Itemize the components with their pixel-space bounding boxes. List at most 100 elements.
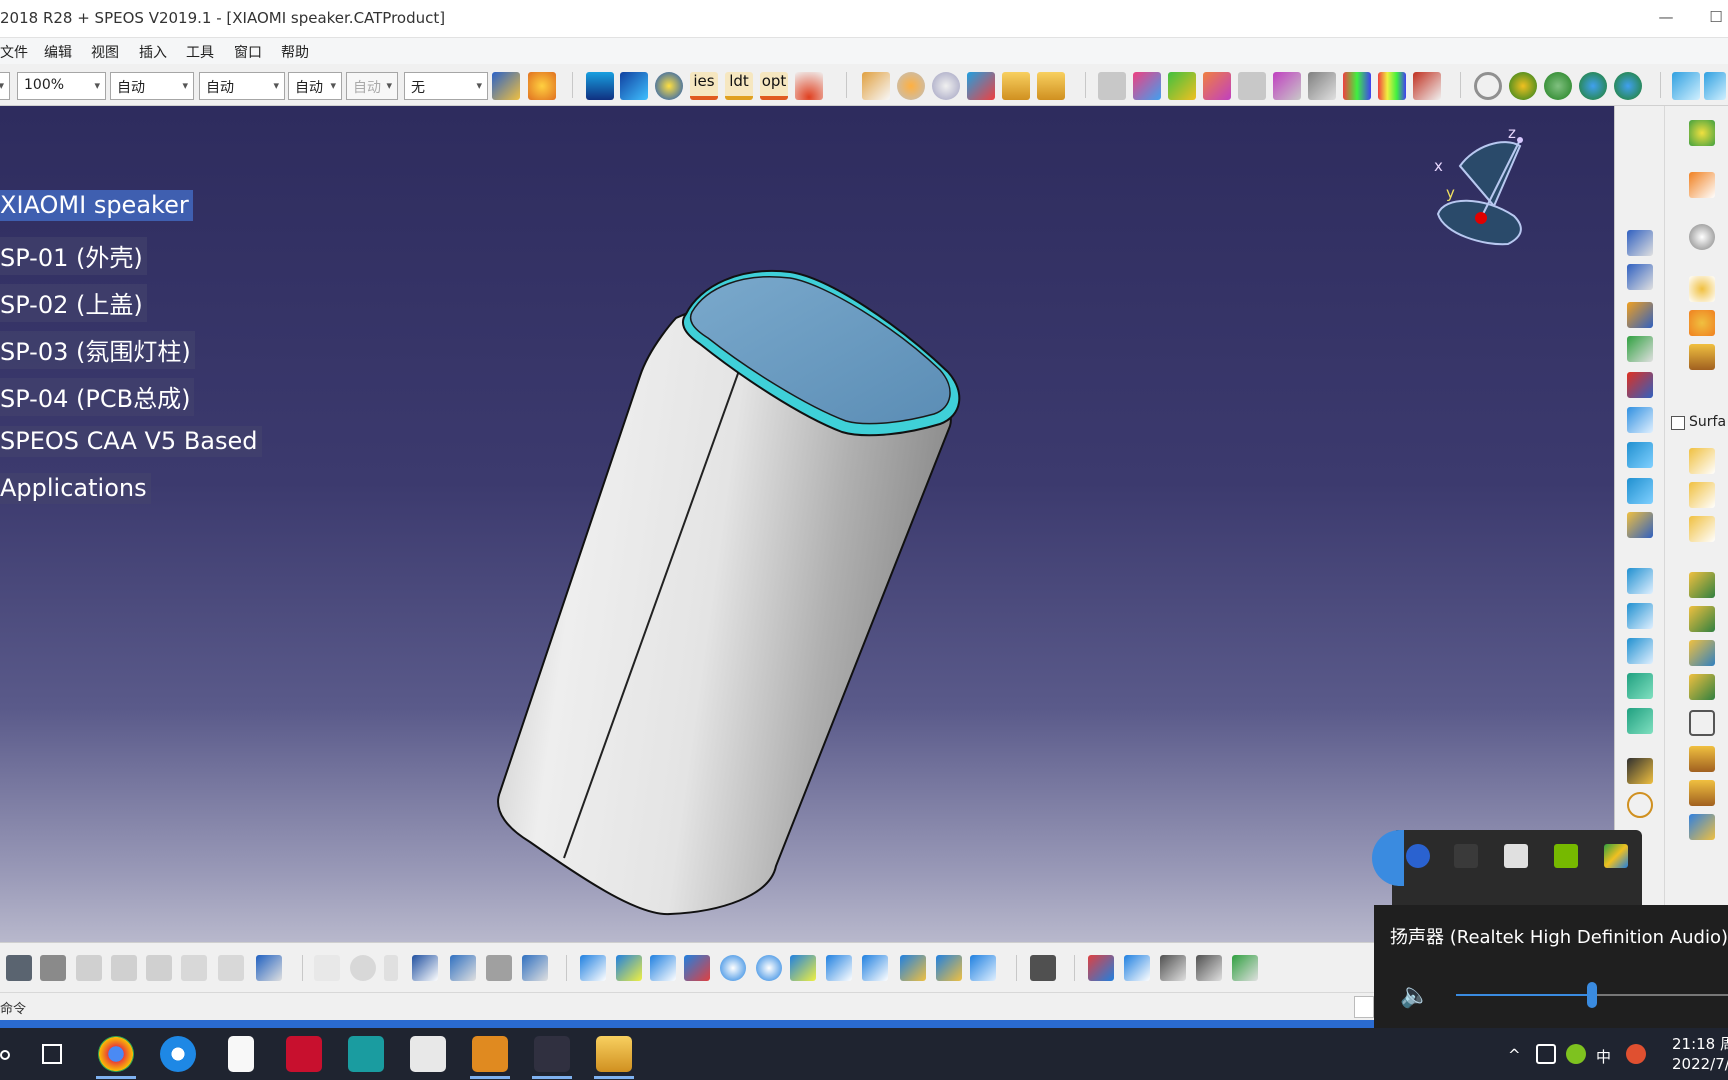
measure-between-icon[interactable] <box>1088 955 1114 981</box>
replace-component-icon[interactable] <box>1627 372 1653 398</box>
texture-sphere-icon[interactable] <box>932 72 960 100</box>
table-icon[interactable] <box>412 955 438 981</box>
existing-component-icon[interactable] <box>1627 336 1653 362</box>
print-icon[interactable] <box>40 955 66 981</box>
display-combo-1[interactable]: 自动 ▾ <box>110 72 194 100</box>
pen-icon[interactable] <box>1689 674 1715 700</box>
link-icon[interactable] <box>384 955 398 981</box>
3dsmax-icon[interactable] <box>348 1036 384 1072</box>
axis-icon[interactable] <box>1627 638 1653 664</box>
cut-icon[interactable] <box>76 955 102 981</box>
refresh-icon[interactable] <box>1474 72 1502 100</box>
open-folder-icon[interactable] <box>1627 512 1653 538</box>
measure-inertia-icon[interactable] <box>1160 955 1186 981</box>
sogou-icon[interactable] <box>1626 1044 1646 1064</box>
import-icon[interactable] <box>1689 780 1715 806</box>
light-source-icon[interactable] <box>795 72 823 100</box>
paint-brush-icon[interactable] <box>492 72 520 100</box>
plane-icon[interactable] <box>1627 478 1653 504</box>
render-icon[interactable] <box>1133 72 1161 100</box>
cube-icon[interactable] <box>1627 407 1653 433</box>
settings-icon[interactable] <box>1689 224 1715 250</box>
iso-view-icon[interactable] <box>862 955 888 981</box>
clash-icon[interactable] <box>1196 955 1222 981</box>
network-icon[interactable] <box>1536 1044 1556 1064</box>
material-icon[interactable] <box>862 72 890 100</box>
tools-gear-icon[interactable] <box>1238 72 1266 100</box>
display-combo-2[interactable]: 自动 ▾ <box>199 72 285 100</box>
menu-help[interactable]: 帮助 <box>281 42 309 62</box>
optimize-icon[interactable] <box>1168 72 1196 100</box>
arrow-split-icon[interactable] <box>1689 640 1715 666</box>
simulation-icon[interactable] <box>967 72 995 100</box>
help-pointer-icon[interactable] <box>256 955 282 981</box>
document-icon[interactable] <box>228 1036 254 1072</box>
sun-icon[interactable] <box>1689 310 1715 336</box>
redo-icon[interactable] <box>218 955 244 981</box>
pan-icon[interactable] <box>650 955 676 981</box>
browser-icon[interactable] <box>160 1036 196 1072</box>
component-icon[interactable] <box>1627 230 1653 256</box>
zoom-combo[interactable]: 100% ▾ <box>17 72 106 100</box>
folder-open-icon[interactable] <box>1002 72 1030 100</box>
save-icon[interactable] <box>6 955 32 981</box>
shield-icon[interactable] <box>1627 708 1653 734</box>
arrow-in-icon[interactable] <box>1689 572 1715 598</box>
rhino-icon[interactable] <box>410 1036 446 1072</box>
download-icon[interactable] <box>1689 746 1715 772</box>
color-bars-icon[interactable] <box>1378 72 1406 100</box>
measure-icon[interactable] <box>1308 72 1336 100</box>
eye-icon[interactable] <box>1689 448 1715 474</box>
file-explorer-icon[interactable] <box>596 1036 632 1072</box>
chrome-icon[interactable] <box>98 1036 134 1072</box>
results-icon[interactable] <box>1203 72 1231 100</box>
light-box-icon[interactable] <box>1689 516 1715 542</box>
cone-icon[interactable] <box>1689 482 1715 508</box>
rotate-icon[interactable] <box>684 955 710 981</box>
shield-globe-icon[interactable] <box>655 72 683 100</box>
maximize-button[interactable]: ☐ <box>1706 8 1726 28</box>
warning-bulb-icon[interactable] <box>1689 276 1715 302</box>
sensor-icon[interactable] <box>586 72 614 100</box>
drive-icon[interactable] <box>1604 844 1628 868</box>
menu-insert[interactable]: 插入 <box>139 42 167 62</box>
sectioning-icon[interactable] <box>1232 955 1258 981</box>
light-bulb-icon[interactable] <box>528 72 556 100</box>
surface-sphere-icon[interactable] <box>897 72 925 100</box>
lock-icon[interactable] <box>486 955 512 981</box>
solidworks-icon[interactable] <box>286 1036 322 1072</box>
zigzag-icon[interactable] <box>1689 814 1715 840</box>
security-icon[interactable] <box>1566 1044 1586 1064</box>
undo-icon[interactable] <box>181 955 207 981</box>
command-input[interactable] <box>1354 996 1374 1018</box>
burst-icon[interactable] <box>1689 344 1715 370</box>
multi-view-icon[interactable] <box>826 955 852 981</box>
search-icon[interactable] <box>0 1050 10 1060</box>
system-clock[interactable]: 21:18 周 2022/7/ <box>1672 1034 1728 1074</box>
product-icon[interactable] <box>1627 264 1653 290</box>
flower-icon[interactable] <box>1689 120 1715 146</box>
copy-icon[interactable] <box>111 955 137 981</box>
volume-icon[interactable]: 🔈 <box>1400 981 1430 1009</box>
combo-partial[interactable]: ▾ <box>0 72 10 100</box>
zoom-out-icon[interactable] <box>756 955 782 981</box>
frame-icon[interactable] <box>1689 710 1715 736</box>
tree-icon[interactable] <box>450 955 476 981</box>
menu-view[interactable]: 视图 <box>91 42 119 62</box>
minimize-button[interactable]: — <box>1656 8 1676 28</box>
sync-all-icon[interactable] <box>1614 72 1642 100</box>
swap-space-icon[interactable] <box>970 955 996 981</box>
speaker-tray-icon[interactable] <box>1454 844 1478 868</box>
measure-item-icon[interactable] <box>1124 955 1150 981</box>
part-icon[interactable] <box>1627 302 1653 328</box>
paste-icon[interactable] <box>146 955 172 981</box>
capture-camera-icon[interactable] <box>1030 955 1056 981</box>
dolby-icon[interactable] <box>1504 844 1528 868</box>
arrow-out-icon[interactable] <box>1689 606 1715 632</box>
folder-export-icon[interactable] <box>1037 72 1065 100</box>
surface-checkbox[interactable] <box>1671 416 1685 430</box>
analysis-icon[interactable] <box>1273 72 1301 100</box>
zoom-in-icon[interactable] <box>720 955 746 981</box>
ies-icon[interactable]: ies <box>690 72 718 100</box>
ray-trace-icon[interactable] <box>620 72 648 100</box>
